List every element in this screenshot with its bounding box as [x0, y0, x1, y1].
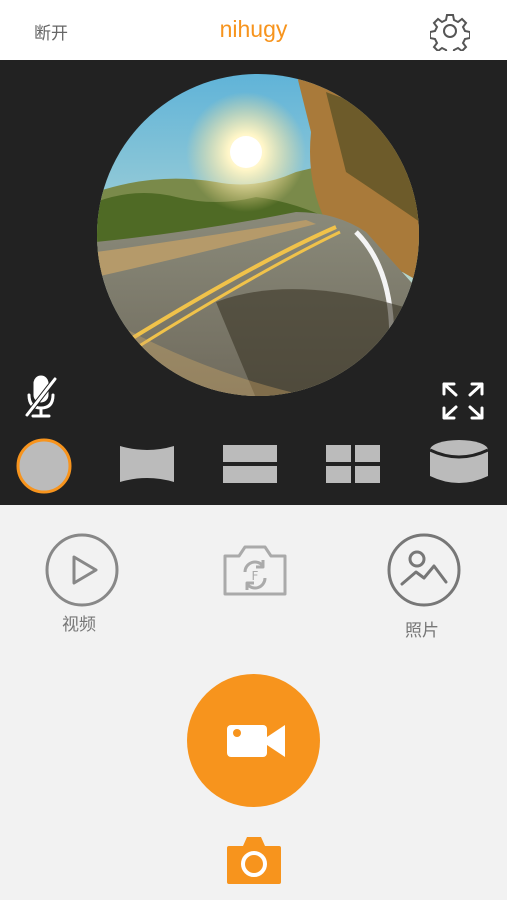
camera-rotate-icon[interactable]: F	[221, 542, 289, 598]
view-mode-split-2[interactable]	[222, 443, 278, 485]
video-label: 视频	[62, 615, 96, 635]
camera-icon[interactable]	[225, 834, 283, 886]
gallery-icon[interactable]	[386, 532, 462, 608]
view-mode-circle-selected[interactable]	[16, 438, 72, 494]
view-mode-split-4[interactable]	[325, 443, 381, 485]
video-camera-icon	[227, 725, 285, 757]
gear-icon[interactable]	[430, 11, 470, 51]
photo-label: 照片	[405, 621, 439, 641]
fisheye-preview-image[interactable]	[96, 72, 420, 398]
mic-muted-icon[interactable]	[22, 375, 60, 419]
video-playback-button[interactable]	[44, 532, 120, 608]
record-video-button[interactable]	[187, 674, 320, 807]
expand-icon[interactable]	[440, 380, 486, 422]
camera-preview-panel	[0, 60, 507, 505]
view-mode-panorama[interactable]	[118, 442, 176, 486]
view-mode-cylinder[interactable]	[428, 438, 490, 490]
svg-text:F: F	[252, 569, 259, 583]
top-bar: 断开 nihugy	[0, 0, 507, 60]
